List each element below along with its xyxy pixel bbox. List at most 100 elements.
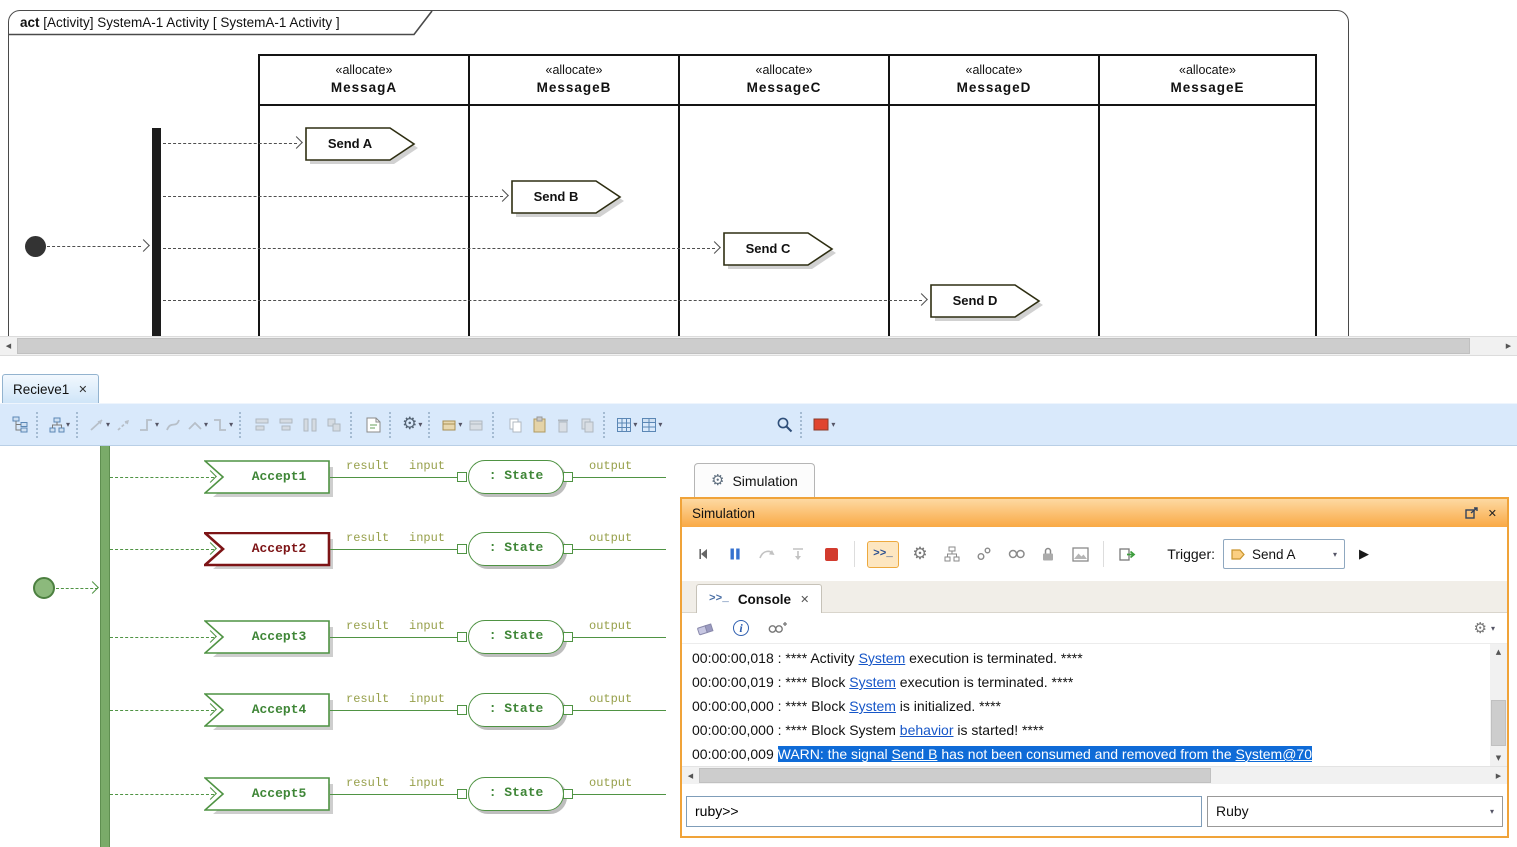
publish-button[interactable]: ▾	[439, 412, 464, 438]
console-toggle-button[interactable]: >>_	[867, 541, 899, 568]
scroll-up-button[interactable]: ▲	[1490, 644, 1507, 660]
scroll-right-button[interactable]: ▶	[1490, 767, 1507, 784]
log-link[interactable]: System	[859, 650, 906, 666]
log-link[interactable]: System@70	[1236, 746, 1312, 762]
input-pin[interactable]	[457, 632, 467, 642]
console-input[interactable]	[686, 796, 1202, 827]
tab-console[interactable]: >>_ Console ✕	[696, 584, 822, 613]
control-flow[interactable]	[110, 794, 214, 795]
object-flow[interactable]	[330, 637, 457, 638]
output-pin[interactable]	[563, 705, 573, 715]
fork-node[interactable]	[100, 446, 110, 847]
trigger-select[interactable]: Send A ▾	[1223, 539, 1345, 569]
copy-button[interactable]	[503, 412, 527, 438]
close-panel-icon[interactable]: ✕	[1488, 507, 1497, 520]
send-signal-action[interactable]: Send D	[930, 284, 1046, 322]
gear-icon[interactable]: ⚙	[1474, 621, 1487, 636]
state-action[interactable]: : State	[468, 532, 564, 566]
accept-event-action[interactable]: Accept5	[204, 777, 336, 817]
send-signal-action[interactable]: Send C	[723, 232, 839, 270]
partition-header[interactable]: «allocate» MessageD	[890, 56, 1098, 106]
fork-node[interactable]	[152, 128, 161, 336]
accept-event-action[interactable]: Accept1	[204, 460, 336, 500]
connector-tool-button[interactable]: ▾	[87, 412, 112, 438]
object-flow[interactable]	[330, 710, 457, 711]
output-pin[interactable]	[563, 632, 573, 642]
tab-simulation[interactable]: ⚙ Simulation	[694, 463, 815, 497]
console-log[interactable]: 00:00:00,018 : **** Activity System exec…	[682, 644, 1507, 766]
scroll-left-button[interactable]: ◀	[0, 337, 17, 355]
state-action[interactable]: : State	[468, 460, 564, 494]
log-link[interactable]: behavior	[900, 722, 954, 738]
console-horizontal-scrollbar[interactable]: ◀ ▶	[682, 766, 1507, 784]
output-pin[interactable]	[563, 544, 573, 554]
play-button[interactable]: ▶	[1359, 547, 1369, 562]
control-flow[interactable]	[163, 196, 503, 197]
simulation-options-gear-icon[interactable]: ⚙	[909, 542, 931, 566]
object-flow[interactable]	[573, 549, 666, 550]
scroll-right-button[interactable]: ▶	[1500, 337, 1517, 355]
control-flow[interactable]	[110, 637, 214, 638]
report-button[interactable]	[464, 412, 488, 438]
step-into-button[interactable]	[788, 542, 810, 566]
control-flow[interactable]	[163, 143, 297, 144]
object-flow[interactable]	[573, 477, 666, 478]
object-flow[interactable]	[330, 477, 457, 478]
zoom-button[interactable]	[772, 412, 796, 438]
state-action[interactable]: : State	[468, 693, 564, 727]
export-results-button[interactable]	[1116, 542, 1138, 566]
align-button[interactable]	[298, 412, 322, 438]
state-action[interactable]: : State	[468, 777, 564, 811]
console-vertical-scrollbar[interactable]: ▲ ▼	[1490, 644, 1507, 766]
initial-node[interactable]	[33, 577, 55, 599]
send-signal-action[interactable]: Send B	[511, 180, 627, 218]
color-swatch-button[interactable]: ▾	[811, 412, 837, 438]
partition-header[interactable]: «allocate» MessagA	[260, 56, 468, 106]
animation-image-button[interactable]	[1069, 542, 1091, 566]
lock-button[interactable]	[1037, 542, 1059, 566]
state-action[interactable]: : State	[468, 620, 564, 654]
control-flow[interactable]	[163, 300, 922, 301]
scrollbar-thumb[interactable]	[699, 768, 1211, 783]
scroll-down-button[interactable]: ▼	[1490, 750, 1507, 766]
accept-event-action-selected[interactable]: Accept2	[204, 532, 336, 572]
tab-close-icon[interactable]: ✕	[800, 593, 809, 606]
align-button[interactable]	[322, 412, 346, 438]
model-structure-button[interactable]	[941, 542, 963, 566]
control-flow[interactable]	[163, 248, 715, 249]
control-flow[interactable]	[47, 246, 141, 247]
log-link[interactable]: Send B	[892, 746, 938, 762]
scroll-left-button[interactable]: ◀	[682, 767, 699, 784]
control-flow[interactable]	[110, 477, 214, 478]
clone-button[interactable]	[575, 412, 599, 438]
partition-header[interactable]: «allocate» MessageE	[1100, 56, 1315, 106]
connector-tool-button[interactable]: ▾	[210, 412, 235, 438]
input-pin[interactable]	[457, 472, 467, 482]
send-signal-action[interactable]: Send A	[305, 127, 421, 165]
object-flow[interactable]	[573, 794, 666, 795]
object-flow[interactable]	[573, 637, 666, 638]
paste-button[interactable]	[527, 412, 551, 438]
step-over-button[interactable]	[756, 542, 778, 566]
stop-button[interactable]	[820, 542, 842, 566]
output-pin[interactable]	[563, 789, 573, 799]
tab-recieve1[interactable]: Recieve1 ✕	[2, 374, 99, 403]
control-flow[interactable]	[110, 710, 214, 711]
initial-node[interactable]	[25, 236, 46, 257]
language-select[interactable]: Ruby ▾	[1207, 796, 1503, 827]
log-link[interactable]: System	[849, 674, 896, 690]
grid-button[interactable]: ▾	[614, 412, 639, 438]
variables-button[interactable]	[973, 542, 995, 566]
log-link[interactable]: System	[849, 698, 896, 714]
connector-tool-button[interactable]	[161, 412, 185, 438]
table-view-button[interactable]: ▾	[639, 412, 664, 438]
align-button[interactable]	[274, 412, 298, 438]
pause-button[interactable]	[724, 542, 746, 566]
scrollbar-thumb[interactable]	[1491, 700, 1506, 746]
accept-event-action[interactable]: Accept3	[204, 620, 336, 660]
containment-tree-button[interactable]	[8, 412, 32, 438]
input-pin[interactable]	[457, 789, 467, 799]
connector-tool-button[interactable]: ▾	[185, 412, 210, 438]
delete-button[interactable]	[551, 412, 575, 438]
scrollbar-thumb[interactable]	[17, 338, 1470, 354]
